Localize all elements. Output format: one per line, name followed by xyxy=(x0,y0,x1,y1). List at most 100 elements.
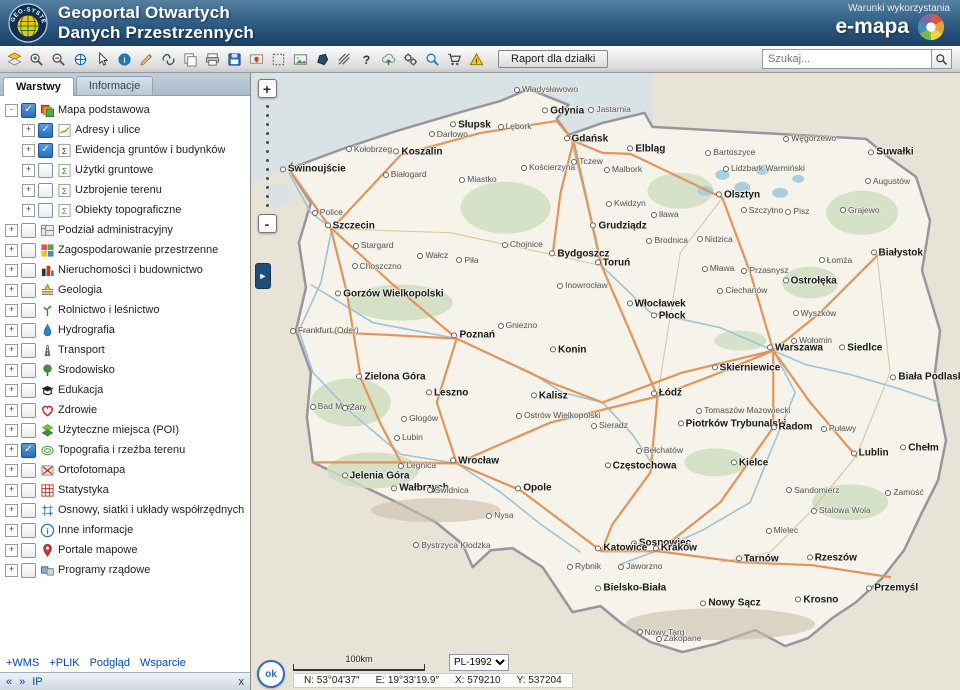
layer-checkbox[interactable]: ✓ xyxy=(21,103,36,118)
expander-icon[interactable]: + xyxy=(5,324,18,337)
layer-label[interactable]: Adresy i ulice xyxy=(75,124,140,136)
zoom-level-dot[interactable] xyxy=(266,141,269,144)
copy-icon[interactable] xyxy=(180,49,201,70)
zoom-level-dot[interactable] xyxy=(266,195,269,198)
history-back-link[interactable]: « xyxy=(6,676,12,688)
expander-icon[interactable]: + xyxy=(5,384,18,397)
layer-checkbox[interactable] xyxy=(38,183,53,198)
expander-icon[interactable]: + xyxy=(22,164,35,177)
layer-checkbox[interactable]: ✓ xyxy=(21,443,36,458)
cloud-upload-icon[interactable] xyxy=(378,49,399,70)
search-button[interactable] xyxy=(931,49,952,69)
zoom-level-dot[interactable] xyxy=(266,123,269,126)
podglad-link[interactable]: Podgląd xyxy=(90,657,130,669)
zoom-slider[interactable] xyxy=(266,98,269,214)
layer-label[interactable]: Rolnictwo i leśnictwo xyxy=(58,304,159,316)
projection-select[interactable]: PL-1992 xyxy=(449,654,509,671)
layer-label[interactable]: Transport xyxy=(58,344,105,356)
wms-link[interactable]: +WMS xyxy=(6,657,39,669)
layer-checkbox[interactable] xyxy=(21,523,36,538)
search-plus-icon[interactable] xyxy=(422,49,443,70)
layer-label[interactable]: Zagospodarowanie przestrzenne xyxy=(58,244,218,256)
zoom-level-dot[interactable] xyxy=(266,150,269,153)
wsparcie-link[interactable]: Wsparcie xyxy=(140,657,186,669)
expander-icon[interactable]: + xyxy=(5,404,18,417)
zoom-in-icon[interactable] xyxy=(26,49,47,70)
layer-checkbox[interactable] xyxy=(21,343,36,358)
save-icon[interactable] xyxy=(224,49,245,70)
expander-icon[interactable]: + xyxy=(22,184,35,197)
hatch-icon[interactable] xyxy=(334,49,355,70)
zoom-level-dot[interactable] xyxy=(266,159,269,162)
expander-icon[interactable]: + xyxy=(5,304,18,317)
plik-link[interactable]: +PLIK xyxy=(49,657,79,669)
layer-checkbox[interactable] xyxy=(21,283,36,298)
image-icon[interactable] xyxy=(290,49,311,70)
layer-checkbox[interactable] xyxy=(21,483,36,498)
expander-icon[interactable]: + xyxy=(5,444,18,457)
zoom-level-dot[interactable] xyxy=(266,105,269,108)
expander-icon[interactable]: + xyxy=(5,344,18,357)
expander-icon[interactable]: + xyxy=(22,124,35,137)
layer-checkbox[interactable] xyxy=(21,383,36,398)
layer-label[interactable]: Ewidencja gruntów i budynków xyxy=(75,144,225,156)
terms-link[interactable]: Warunki wykorzystania xyxy=(848,3,950,14)
tab-informacje[interactable]: Informacje xyxy=(76,76,153,95)
tab-warstwy[interactable]: Warstwy xyxy=(3,77,74,96)
cart-icon[interactable] xyxy=(444,49,465,70)
frame-icon[interactable] xyxy=(268,49,289,70)
search-input[interactable] xyxy=(762,49,931,69)
expander-icon[interactable]: + xyxy=(5,264,18,277)
zoom-level-dot[interactable] xyxy=(266,168,269,171)
expander-icon[interactable]: + xyxy=(5,504,18,517)
zoom-level-dot[interactable] xyxy=(266,177,269,180)
layer-checkbox[interactable]: ✓ xyxy=(38,143,53,158)
layers-icon[interactable] xyxy=(4,49,25,70)
layer-checkbox[interactable] xyxy=(21,463,36,478)
expander-icon[interactable]: + xyxy=(5,564,18,577)
layer-label[interactable]: Podział administracyjny xyxy=(58,224,173,236)
polygon-icon[interactable] xyxy=(312,49,333,70)
panel-collapse-button[interactable]: ► xyxy=(255,263,271,289)
layer-label[interactable]: Nieruchomości i budownictwo xyxy=(58,264,203,276)
ip-link[interactable]: IP xyxy=(32,676,42,688)
expander-icon[interactable]: + xyxy=(22,144,35,157)
map-export-icon[interactable] xyxy=(246,49,267,70)
layer-checkbox[interactable] xyxy=(21,563,36,578)
zoom-out-icon[interactable] xyxy=(48,49,69,70)
layer-checkbox[interactable] xyxy=(21,503,36,518)
layer-label[interactable]: Hydrografia xyxy=(58,324,115,336)
layer-label[interactable]: Inne informacje xyxy=(58,524,133,536)
layer-checkbox[interactable] xyxy=(21,263,36,278)
full-extent-icon[interactable] xyxy=(70,49,91,70)
map-canvas[interactable] xyxy=(251,73,960,690)
measure-icon[interactable] xyxy=(136,49,157,70)
layer-label[interactable]: Portale mapowe xyxy=(58,544,138,556)
layer-checkbox[interactable] xyxy=(21,243,36,258)
panel-close-button[interactable]: x xyxy=(239,676,245,688)
zoom-in-button[interactable]: + xyxy=(258,79,277,98)
expander-icon[interactable]: + xyxy=(22,204,35,217)
parcel-report-button[interactable]: Raport dla działki xyxy=(498,50,608,68)
expander-icon[interactable]: + xyxy=(5,524,18,537)
layer-checkbox[interactable] xyxy=(38,203,53,218)
expander-icon[interactable]: + xyxy=(5,484,18,497)
link-icon[interactable] xyxy=(158,49,179,70)
layer-label[interactable]: Środowisko xyxy=(58,364,115,376)
expander-icon[interactable]: + xyxy=(5,284,18,297)
layer-label[interactable]: Programy rządowe xyxy=(58,564,150,576)
layer-label[interactable]: Ortofotomapa xyxy=(58,464,125,476)
expander-icon[interactable]: + xyxy=(5,464,18,477)
layer-checkbox[interactable] xyxy=(21,303,36,318)
layer-checkbox[interactable] xyxy=(21,223,36,238)
zoom-level-dot[interactable] xyxy=(266,114,269,117)
zoom-level-dot[interactable] xyxy=(266,186,269,189)
emapa-brand[interactable]: e-mapa xyxy=(835,12,946,42)
expander-icon[interactable]: - xyxy=(5,104,18,117)
geo-system-logo[interactable]: GEO-SYSTEM xyxy=(8,3,48,43)
pointer-icon[interactable] xyxy=(92,49,113,70)
zoom-level-dot[interactable] xyxy=(266,204,269,207)
help-icon[interactable]: ? xyxy=(356,49,377,70)
print-icon[interactable] xyxy=(202,49,223,70)
layer-checkbox[interactable] xyxy=(38,163,53,178)
